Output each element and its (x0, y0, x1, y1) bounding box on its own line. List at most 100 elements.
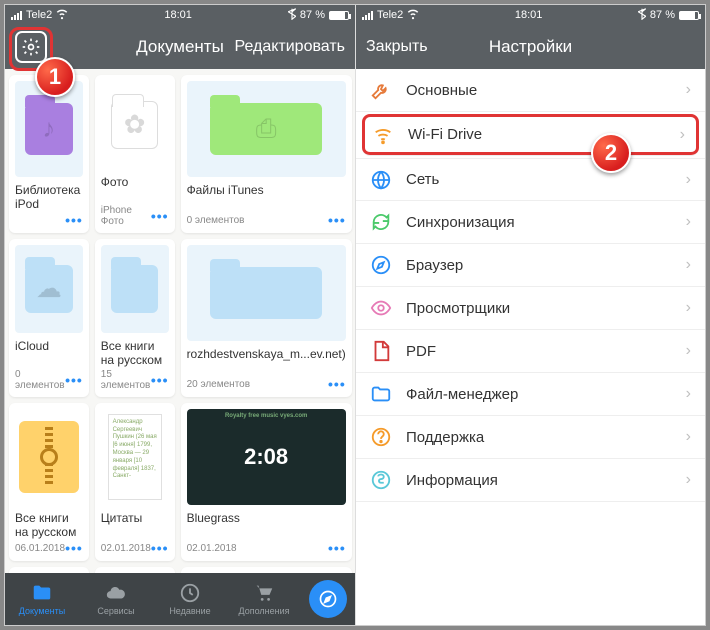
item-name: Все книги на русском в fb2 (101, 339, 169, 367)
thumbnail: ✿ (101, 81, 169, 169)
tab-label: Дополнения (239, 606, 290, 616)
close-button[interactable]: Закрыть (366, 38, 428, 56)
compass-icon (370, 254, 392, 276)
more-button[interactable]: ••• (328, 213, 346, 227)
eye-icon (370, 297, 392, 319)
documents-grid: ♪Библиотека iPod•••✿ФотоiPhone Фото•••⎙Ф… (5, 69, 355, 573)
nav-bar: Закрыть Настройки (356, 25, 705, 69)
settings-screen: 2 Tele2 18:01 87 % Закрыть Настройки (355, 5, 705, 625)
tab-label: Сервисы (97, 606, 134, 616)
row-label: Wi-Fi Drive (408, 126, 482, 143)
bluetooth-icon (638, 8, 646, 23)
document-card[interactable]: rozhdestvenskaya_m...ev.net)20 элементов… (181, 239, 352, 397)
item-name: Цитаты (101, 511, 169, 539)
folder-icon (31, 582, 53, 604)
row-label: PDF (406, 343, 436, 360)
item-name: iCloud (15, 339, 83, 367)
thumbnail: Royalty free music vyes.com2:08 (187, 409, 346, 505)
more-button[interactable]: ••• (65, 213, 83, 227)
tab-recent[interactable]: Недавние (153, 573, 227, 625)
document-card[interactable]: ✿ФотоiPhone Фото••• (95, 75, 175, 233)
row-label: Информация (406, 472, 498, 489)
help-icon (370, 426, 392, 448)
clock-label: 18:01 (164, 9, 192, 21)
wifi-icon (372, 124, 394, 146)
clock-icon (179, 582, 201, 604)
item-name: Библиотека iPod (15, 183, 83, 211)
more-button[interactable]: ••• (151, 209, 169, 223)
wifi-icon (56, 8, 68, 23)
compass-icon (318, 589, 338, 609)
documents-screen: 1 Tele2 18:01 87 % (5, 5, 355, 625)
more-button[interactable]: ••• (328, 541, 346, 555)
settings-row-info[interactable]: Информация › (356, 459, 705, 502)
chevron-right-icon: › (686, 256, 691, 274)
info-icon (370, 469, 392, 491)
carrier-label: Tele2 (377, 9, 403, 21)
cloud-icon (105, 582, 127, 604)
item-meta: 02.01.2018••• (187, 541, 346, 555)
document-card[interactable]: Royalty free music vyes.com2:08 Bluegrass… (181, 403, 352, 561)
battery-icon (329, 11, 349, 20)
row-label: Сеть (406, 171, 439, 188)
settings-row-eye[interactable]: Просмотрщики› (356, 287, 705, 330)
status-bar: Tele2 18:01 87 % (356, 5, 705, 25)
wrench-icon (370, 79, 392, 101)
item-name: Bluegrass (187, 511, 346, 539)
callout-badge-1: 1 (35, 57, 75, 97)
more-button[interactable]: ••• (151, 541, 169, 555)
settings-row-wrench[interactable]: Основные › (356, 69, 705, 112)
globe-icon (370, 169, 392, 191)
chevron-right-icon: › (686, 81, 691, 99)
thumbnail (15, 409, 83, 505)
item-meta: 06.01.2018••• (15, 541, 83, 555)
clock-label: 18:01 (515, 9, 543, 21)
more-button[interactable]: ••• (65, 541, 83, 555)
thumbnail: ☁ (15, 245, 83, 333)
more-button[interactable]: ••• (65, 373, 83, 387)
chevron-right-icon: › (686, 342, 691, 360)
settings-row-globe[interactable]: Сеть› (356, 158, 705, 201)
settings-row-compass[interactable]: Браузер› (356, 244, 705, 287)
settings-row-help[interactable]: Поддержка› (356, 416, 705, 459)
chevron-right-icon: › (686, 385, 691, 403)
thumbnail (101, 245, 169, 333)
settings-row-folder[interactable]: Файл-менеджер› (356, 373, 705, 416)
tab-browser[interactable] (309, 580, 347, 618)
document-card[interactable]: ⎙Файлы iTunes0 элементов••• (181, 75, 352, 233)
thumbnail (187, 245, 346, 341)
settings-list: Основные›Wi-Fi Drive›Сеть›Синхронизация›… (356, 69, 705, 625)
item-meta: 02.01.2018••• (101, 541, 169, 555)
chevron-right-icon: › (686, 428, 691, 446)
more-button[interactable]: ••• (151, 373, 169, 387)
document-card[interactable]: Все книги на русском в fb206.01.2018••• (9, 403, 89, 561)
battery-label: 87 % (650, 9, 675, 21)
document-card[interactable]: ♪Библиотека iPod••• (9, 75, 89, 233)
battery-icon (679, 11, 699, 20)
sync-icon (370, 211, 392, 233)
row-label: Основные (406, 82, 477, 99)
document-card[interactable]: Александр Сергеевич Пушкин (26 мая [6 ию… (95, 403, 175, 561)
edit-button[interactable]: Редактировать (234, 38, 345, 56)
tab-bar: Документы Сервисы Недавние Дополнения (5, 573, 355, 625)
settings-row-wifi[interactable]: Wi-Fi Drive › (362, 114, 699, 156)
settings-row-pdf[interactable]: PDF › (356, 330, 705, 373)
item-meta: 0 элементов••• (187, 213, 346, 227)
item-meta: 20 элементов••• (187, 377, 346, 391)
more-button[interactable]: ••• (328, 377, 346, 391)
row-label: Синхронизация (406, 214, 515, 231)
tab-documents[interactable]: Документы (5, 573, 79, 625)
thumbnail: ⎙ (187, 81, 346, 177)
item-meta: ••• (15, 213, 83, 227)
tab-addons[interactable]: Дополнения (227, 573, 301, 625)
document-card[interactable]: ☁iCloud0 элементов••• (9, 239, 89, 397)
tab-services[interactable]: Сервисы (79, 573, 153, 625)
settings-row-sync[interactable]: Синхронизация› (356, 201, 705, 244)
folder-icon (370, 383, 392, 405)
signal-icon (11, 11, 22, 20)
wifi-icon (407, 8, 419, 23)
chevron-right-icon: › (680, 126, 685, 144)
chevron-right-icon: › (686, 471, 691, 489)
item-meta: 15 элементов••• (101, 369, 169, 391)
document-card[interactable]: Все книги на русском в fb215 элементов••… (95, 239, 175, 397)
